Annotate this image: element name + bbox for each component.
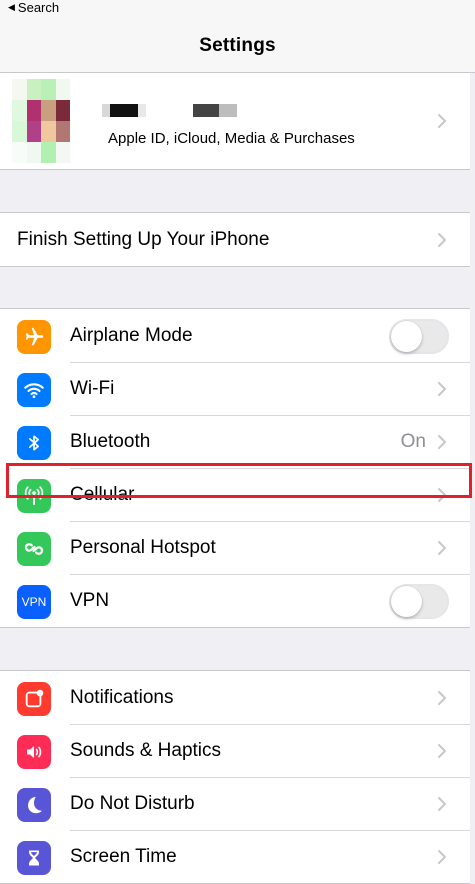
speaker-icon: [17, 735, 51, 769]
notifications-group: Notifications Sounds & Haptics Do Not Di…: [0, 670, 470, 884]
finish-setup-label: Finish Setting Up Your iPhone: [17, 228, 270, 250]
hotspot-icon: [17, 532, 51, 566]
chevron-right-icon: [438, 434, 446, 449]
chevron-right-icon: [438, 381, 446, 396]
bluetooth-icon: [17, 426, 51, 460]
page-title: Settings: [199, 35, 276, 56]
vpn-label: VPN: [70, 589, 110, 611]
chevron-right-icon: [438, 690, 446, 705]
toggle-knob: [391, 321, 422, 352]
profile-group: Apple ID, iCloud, Media & Purchases: [0, 72, 470, 170]
sounds-haptics-label: Sounds & Haptics: [70, 739, 222, 761]
do-not-disturb-label: Do Not Disturb: [70, 792, 195, 814]
bluetooth-label: Bluetooth: [70, 430, 151, 452]
screen-time-label: Screen Time: [70, 845, 177, 867]
antenna-icon: [17, 479, 51, 513]
notifications-row[interactable]: Notifications: [0, 671, 470, 724]
apple-id-subtitle: Apple ID, iCloud, Media & Purchases: [108, 130, 355, 147]
toggle-knob: [391, 586, 422, 617]
wifi-label: Wi-Fi: [70, 377, 115, 399]
bluetooth-status: On: [400, 430, 426, 452]
cellular-row[interactable]: Cellular: [0, 468, 470, 521]
vpn-icon: VPN: [17, 585, 51, 619]
personal-hotspot-label: Personal Hotspot: [70, 536, 216, 558]
finish-setup-group: Finish Setting Up Your iPhone: [0, 212, 470, 267]
airplane-mode-label: Airplane Mode: [70, 324, 193, 346]
finish-setup-row[interactable]: Finish Setting Up Your iPhone: [0, 213, 470, 266]
chevron-right-icon: [438, 743, 446, 758]
personal-hotspot-row[interactable]: Personal Hotspot: [0, 521, 470, 574]
redacted-name-part: [193, 104, 237, 117]
do-not-disturb-row[interactable]: Do Not Disturb: [0, 777, 470, 830]
moon-icon: [17, 788, 51, 822]
apple-id-row[interactable]: Apple ID, iCloud, Media & Purchases: [0, 73, 470, 169]
vpn-toggle[interactable]: [389, 584, 449, 619]
status-bar: ◀ Search: [0, 0, 475, 22]
navigation-bar: Settings: [0, 22, 475, 73]
back-triangle-icon: ◀: [8, 2, 15, 12]
airplane-icon: [17, 320, 51, 354]
chevron-right-icon: [438, 487, 446, 502]
redacted-name-part: [102, 104, 146, 117]
airplane-mode-toggle[interactable]: [389, 319, 449, 354]
vpn-row: VPN VPN: [0, 574, 470, 627]
notifications-icon: [17, 682, 51, 716]
back-to-search-link[interactable]: ◀ Search: [8, 0, 59, 15]
sounds-haptics-row[interactable]: Sounds & Haptics: [0, 724, 470, 777]
wifi-row[interactable]: Wi-Fi: [0, 362, 470, 415]
chevron-right-icon: [438, 796, 446, 811]
back-label: Search: [17, 0, 60, 15]
screen-time-row[interactable]: Screen Time: [0, 830, 470, 883]
avatar: [12, 79, 70, 163]
wifi-icon: [17, 373, 51, 407]
connectivity-group: Airplane Mode Wi-Fi Bluetooth On Cellula…: [0, 308, 470, 628]
notifications-label: Notifications: [70, 686, 174, 708]
airplane-mode-row: Airplane Mode: [0, 309, 470, 362]
hourglass-icon: [17, 841, 51, 875]
bluetooth-row[interactable]: Bluetooth On: [0, 415, 470, 468]
cellular-label: Cellular: [70, 483, 135, 505]
chevron-right-icon: [438, 232, 446, 247]
chevron-right-icon: [438, 849, 446, 864]
chevron-right-icon: [438, 540, 446, 555]
chevron-right-icon: [438, 114, 446, 128]
vpn-icon-text: VPN: [21, 595, 47, 609]
